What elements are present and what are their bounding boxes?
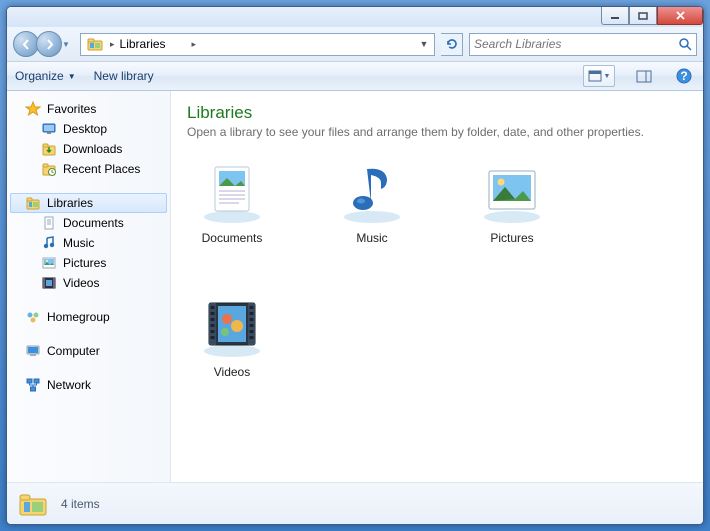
desktop-icon [41,121,57,137]
sidebar-item-pictures[interactable]: Pictures [7,253,170,273]
history-dropdown[interactable]: ▼ [62,40,74,49]
explorer-window: ▼ ▸ Libraries ▸ ▼ Organize▼ New library [6,6,704,525]
body: Favorites Desktop Downloads Recent Place… [7,91,703,482]
sidebar-item-label: Desktop [63,122,107,136]
recent-icon [41,161,57,177]
status-bar: 4 items [7,482,703,524]
libraries-icon [25,195,41,211]
breadcrumb-sep[interactable]: ▸ [107,39,118,50]
homegroup-icon [25,309,41,325]
videos-large-icon [197,295,267,359]
sidebar-label: Libraries [47,196,93,210]
pictures-large-icon [477,161,547,225]
sidebar-item-label: Recent Places [63,162,140,176]
library-label: Documents [202,231,263,245]
organize-menu[interactable]: Organize▼ [15,69,76,83]
documents-icon [41,215,57,231]
page-subtitle: Open a library to see your files and arr… [187,125,687,139]
search-box[interactable] [469,33,697,56]
maximize-button[interactable] [629,7,657,25]
sidebar-item-desktop[interactable]: Desktop [7,119,170,139]
toolbar: Organize▼ New library ▼ ? [7,61,703,91]
library-documents[interactable]: Documents [187,161,277,245]
network-icon [25,377,41,393]
sidebar-label: Computer [47,344,100,358]
minimize-button[interactable] [601,7,629,25]
downloads-icon [41,141,57,157]
music-icon [41,235,57,251]
sidebar-item-label: Music [63,236,94,250]
address-dropdown[interactable]: ▼ [416,39,432,49]
library-music[interactable]: Music [327,161,417,245]
preview-pane-button[interactable] [633,65,655,87]
library-pictures[interactable]: Pictures [467,161,557,245]
status-libraries-icon [17,490,49,518]
sidebar-label: Homegroup [47,310,110,324]
status-text: 4 items [61,497,100,511]
sidebar-item-documents[interactable]: Documents [7,213,170,233]
page-title: Libraries [187,103,687,123]
breadcrumb-sep2[interactable]: ▸ [188,39,416,50]
titlebar [7,7,703,27]
sidebar-item-label: Downloads [63,142,122,156]
address-bar[interactable]: ▸ Libraries ▸ ▼ [80,33,435,56]
sidebar-libraries[interactable]: Libraries [10,193,167,213]
sidebar-label: Network [47,378,91,392]
music-large-icon [337,161,407,225]
pictures-icon [41,255,57,271]
navigation-pane: Favorites Desktop Downloads Recent Place… [7,91,171,482]
window-controls [601,7,703,25]
sidebar-favorites[interactable]: Favorites [7,99,170,119]
documents-large-icon [197,161,267,225]
help-button[interactable]: ? [673,65,695,87]
sidebar-network[interactable]: Network [7,375,170,395]
sidebar-item-videos[interactable]: Videos [7,273,170,293]
search-input[interactable] [474,37,678,51]
star-icon [25,101,41,117]
sidebar-item-label: Videos [63,276,99,290]
libraries-icon [86,35,104,53]
sidebar-item-label: Pictures [63,256,106,270]
library-label: Videos [214,365,250,379]
computer-icon [25,343,41,359]
forward-button[interactable] [36,31,62,57]
refresh-button[interactable] [441,33,463,56]
videos-icon [41,275,57,291]
close-button[interactable] [657,7,703,25]
library-videos[interactable]: Videos [187,295,277,379]
breadcrumb-root[interactable]: Libraries [118,37,189,51]
new-library-button[interactable]: New library [94,69,154,83]
libraries-grid: Documents Music [187,161,687,379]
sidebar-item-label: Documents [63,216,124,230]
sidebar-item-downloads[interactable]: Downloads [7,139,170,159]
sidebar-computer[interactable]: Computer [7,341,170,361]
navigation-bar: ▼ ▸ Libraries ▸ ▼ [7,27,703,61]
content-pane: Libraries Open a library to see your fil… [171,91,703,482]
library-label: Pictures [490,231,533,245]
sidebar-item-music[interactable]: Music [7,233,170,253]
sidebar-label: Favorites [47,102,96,116]
sidebar-homegroup[interactable]: Homegroup [7,307,170,327]
search-icon[interactable] [678,37,692,51]
sidebar-item-recent[interactable]: Recent Places [7,159,170,179]
library-label: Music [356,231,387,245]
svg-text:?: ? [680,69,687,83]
view-options-button[interactable]: ▼ [583,65,615,87]
